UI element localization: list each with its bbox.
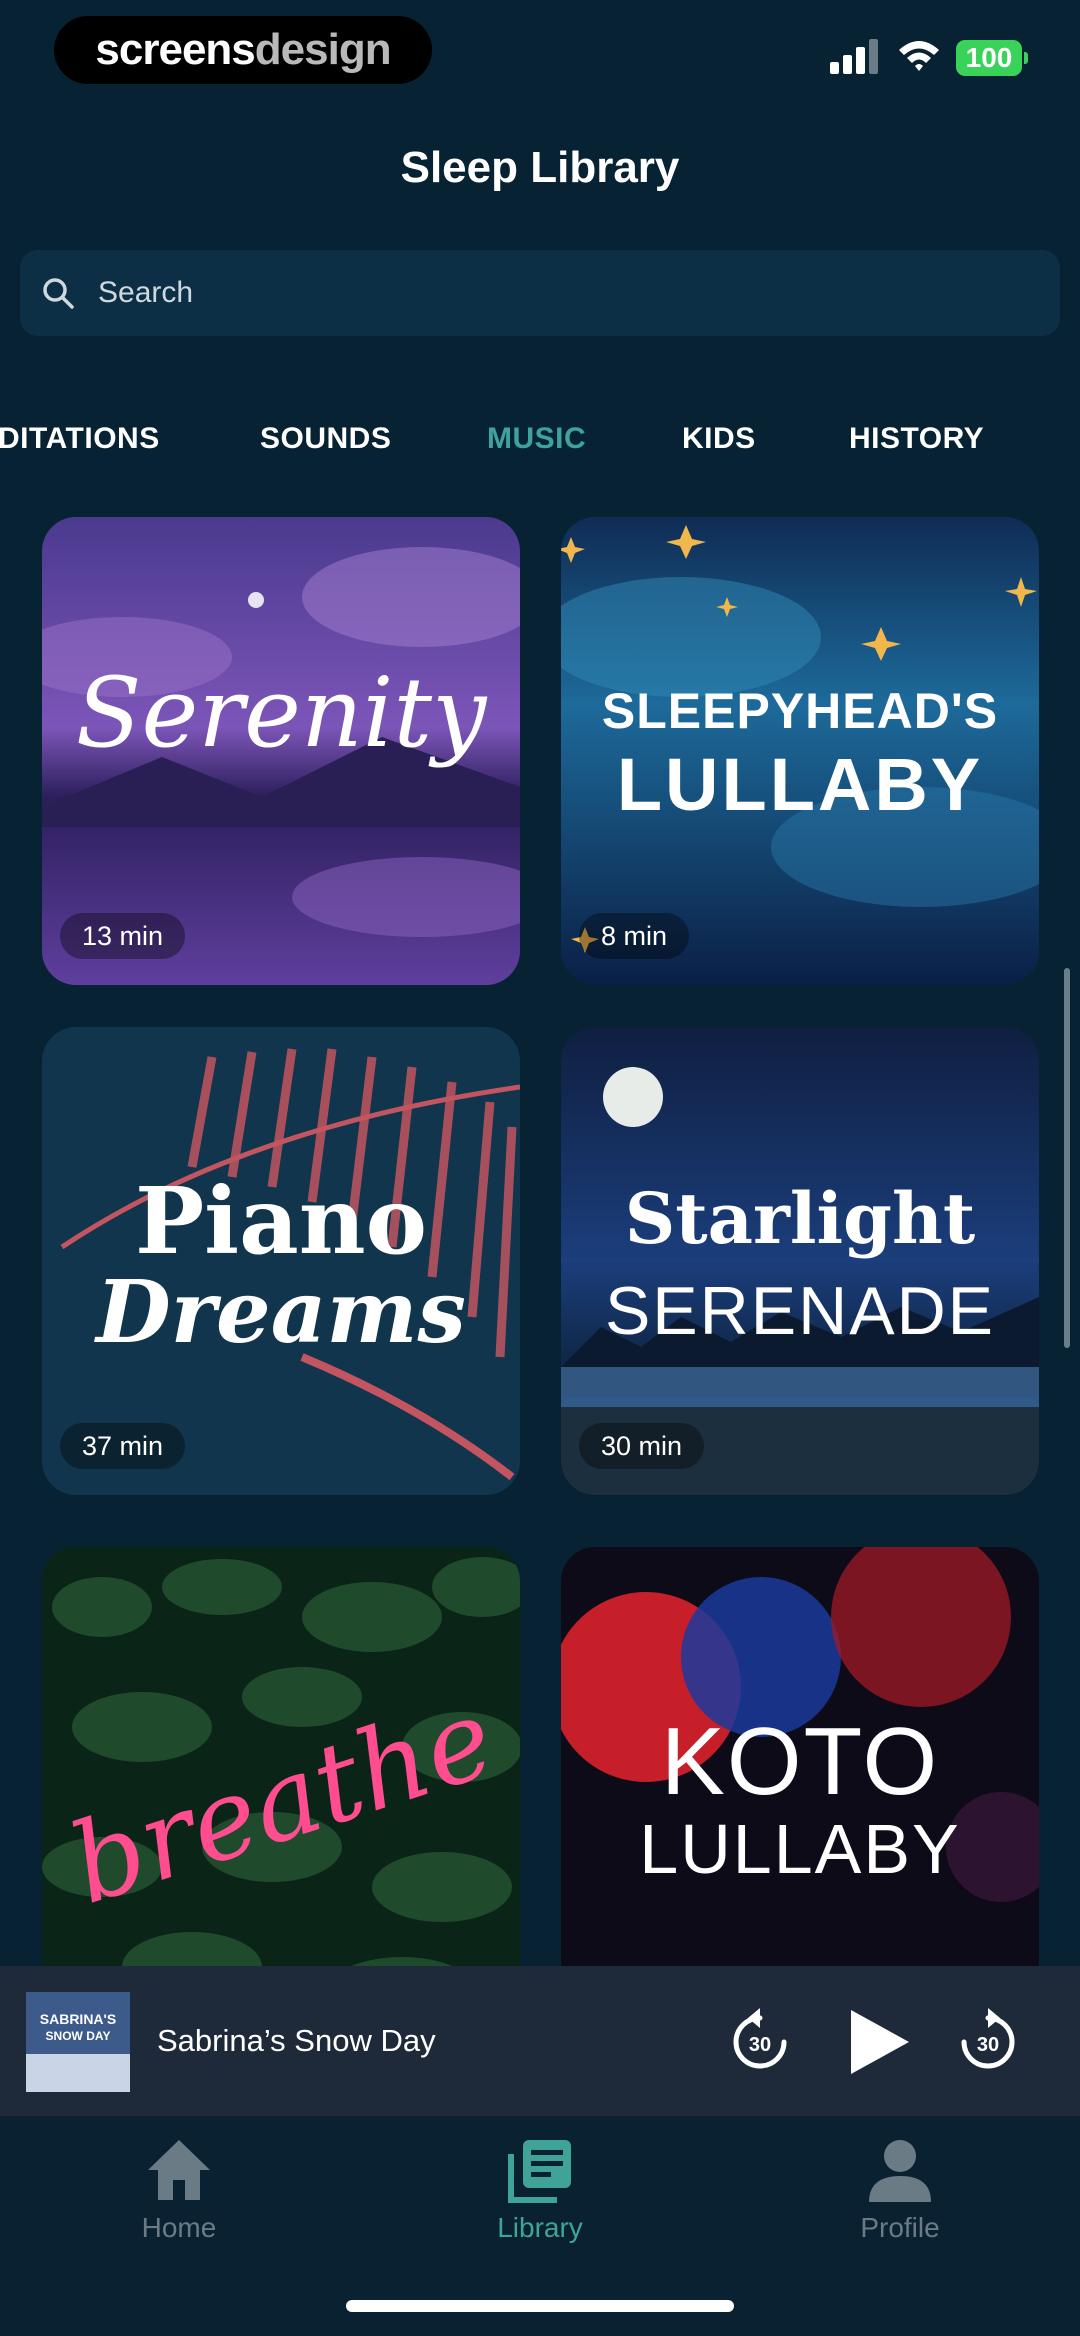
card-art-title: KOTO xyxy=(660,1708,940,1815)
tab-history[interactable]: HISTORY xyxy=(849,422,984,456)
tab-sounds[interactable]: SOUNDS xyxy=(260,422,391,456)
search-input[interactable]: Search xyxy=(98,276,193,310)
nav-library[interactable]: Library xyxy=(440,2136,640,2244)
rewind-30-button[interactable]: 30 xyxy=(724,2006,796,2078)
music-card-serenity[interactable]: Serenity 13 min xyxy=(42,517,520,985)
card-art-subtitle: SERENADE xyxy=(604,1273,996,1349)
profile-icon xyxy=(869,2140,931,2202)
forward-30-button[interactable]: 30 xyxy=(952,2006,1024,2078)
play-icon xyxy=(851,2010,909,2074)
card-art-title: Piano xyxy=(135,1167,427,1275)
nav-profile[interactable]: Profile xyxy=(800,2136,1000,2244)
mini-player[interactable]: SABRINA'S SNOW DAY Sabrina’s Snow Day 30… xyxy=(0,1966,1080,2116)
category-tabs: DITATIONS SOUNDS MUSIC KIDS HISTORY xyxy=(0,400,1080,478)
status-bar: screens design 100 xyxy=(0,0,1080,110)
card-art-title: Serenity xyxy=(75,657,487,769)
play-button[interactable] xyxy=(843,2006,915,2078)
cellular-signal-icon xyxy=(830,39,878,74)
svg-text:30: 30 xyxy=(749,2034,771,2056)
wifi-icon xyxy=(899,41,939,71)
battery-indicator: 100 xyxy=(956,40,1028,76)
rewind-30-icon: 30 xyxy=(733,2008,787,2069)
card-art-subtitle: LULLABY xyxy=(639,1810,961,1888)
card-art-subtitle: LULLABY xyxy=(616,743,984,826)
search-icon xyxy=(43,278,74,309)
now-playing-title: Sabrina’s Snow Day xyxy=(157,2023,436,2058)
music-card-breathe[interactable]: breathe xyxy=(42,1547,520,1967)
card-art-title: Starlight xyxy=(624,1177,976,1260)
scrollbar[interactable] xyxy=(1064,968,1070,1348)
search-bar[interactable]: Search xyxy=(20,250,1060,336)
music-card-sleepyheads-lullaby[interactable]: SLEEPYHEAD'S LULLABY 8 min xyxy=(561,517,1039,985)
music-grid: Serenity 13 min SLEEPYHEAD'S LULLABY 8 m… xyxy=(0,517,1080,1967)
duration-badge: 37 min xyxy=(60,1423,186,1469)
page-title: Sleep Library xyxy=(400,143,680,192)
watermark-logo: screens design xyxy=(54,16,432,84)
duration-badge: 13 min xyxy=(60,913,186,959)
music-card-starlight-serenade[interactable]: Starlight SERENADE 30 min xyxy=(561,1027,1039,1495)
home-icon xyxy=(148,2140,210,2200)
card-art-title: SLEEPYHEAD'S xyxy=(601,683,999,739)
tab-kids[interactable]: KIDS xyxy=(682,422,756,456)
mini-player-artwork: SABRINA'S SNOW DAY xyxy=(26,1992,130,2092)
library-icon xyxy=(508,2140,571,2203)
tab-music[interactable]: MUSIC xyxy=(487,422,586,456)
svg-text:30: 30 xyxy=(977,2034,999,2056)
card-art-subtitle: Dreams xyxy=(96,1262,466,1363)
mini-art-title-line1: SABRINA'S xyxy=(40,2011,116,2027)
music-card-piano-dreams[interactable]: Piano Dreams 37 min xyxy=(42,1027,520,1495)
home-indicator xyxy=(346,2300,734,2312)
music-card-koto-lullaby[interactable]: KOTO LULLABY xyxy=(561,1547,1039,1967)
forward-30-icon: 30 xyxy=(961,2008,1015,2069)
duration-badge: 8 min xyxy=(579,913,690,959)
tab-meditations[interactable]: DITATIONS xyxy=(0,422,160,456)
duration-badge: 30 min xyxy=(579,1423,705,1469)
nav-home[interactable]: Home xyxy=(79,2136,279,2244)
mini-art-title-line2: SNOW DAY xyxy=(46,2029,111,2043)
